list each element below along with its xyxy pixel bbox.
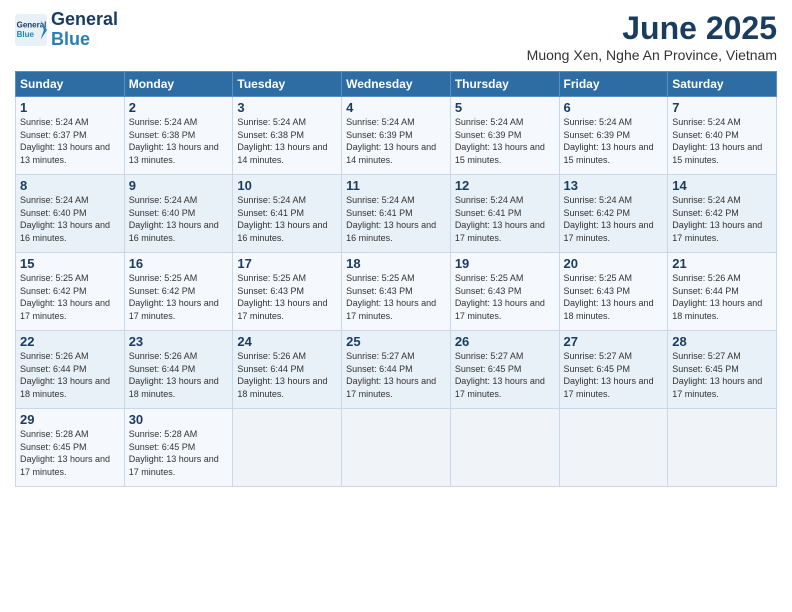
calendar-day-25: 25Sunrise: 5:27 AMSunset: 6:44 PMDayligh… — [342, 331, 451, 409]
logo-text: General Blue — [51, 10, 118, 50]
header-tuesday: Tuesday — [233, 72, 342, 97]
calendar-day-26: 26Sunrise: 5:27 AMSunset: 6:45 PMDayligh… — [450, 331, 559, 409]
calendar-day-13: 13Sunrise: 5:24 AMSunset: 6:42 PMDayligh… — [559, 175, 668, 253]
header-friday: Friday — [559, 72, 668, 97]
logo: General Blue General Blue — [15, 10, 118, 50]
title-block: June 2025 Muong Xen, Nghe An Province, V… — [527, 10, 777, 63]
calendar-week-5: 29Sunrise: 5:28 AMSunset: 6:45 PMDayligh… — [16, 409, 777, 487]
svg-text:Blue: Blue — [17, 30, 35, 39]
calendar-day-8: 8Sunrise: 5:24 AMSunset: 6:40 PMDaylight… — [16, 175, 125, 253]
calendar-day-15: 15Sunrise: 5:25 AMSunset: 6:42 PMDayligh… — [16, 253, 125, 331]
calendar-day-5: 5Sunrise: 5:24 AMSunset: 6:39 PMDaylight… — [450, 97, 559, 175]
calendar-day-1: 1Sunrise: 5:24 AMSunset: 6:37 PMDaylight… — [16, 97, 125, 175]
calendar-day-27: 27Sunrise: 5:27 AMSunset: 6:45 PMDayligh… — [559, 331, 668, 409]
location: Muong Xen, Nghe An Province, Vietnam — [527, 47, 777, 63]
calendar-day-30: 30Sunrise: 5:28 AMSunset: 6:45 PMDayligh… — [124, 409, 233, 487]
page-header: General Blue General Blue June 2025 Muon… — [15, 10, 777, 63]
calendar-day-empty — [559, 409, 668, 487]
calendar-day-16: 16Sunrise: 5:25 AMSunset: 6:42 PMDayligh… — [124, 253, 233, 331]
header-monday: Monday — [124, 72, 233, 97]
calendar-day-7: 7Sunrise: 5:24 AMSunset: 6:40 PMDaylight… — [668, 97, 777, 175]
calendar-day-23: 23Sunrise: 5:26 AMSunset: 6:44 PMDayligh… — [124, 331, 233, 409]
header-thursday: Thursday — [450, 72, 559, 97]
calendar-day-6: 6Sunrise: 5:24 AMSunset: 6:39 PMDaylight… — [559, 97, 668, 175]
calendar-day-24: 24Sunrise: 5:26 AMSunset: 6:44 PMDayligh… — [233, 331, 342, 409]
logo-icon: General Blue — [15, 14, 47, 46]
calendar-day-22: 22Sunrise: 5:26 AMSunset: 6:44 PMDayligh… — [16, 331, 125, 409]
calendar-week-3: 15Sunrise: 5:25 AMSunset: 6:42 PMDayligh… — [16, 253, 777, 331]
calendar-day-3: 3Sunrise: 5:24 AMSunset: 6:38 PMDaylight… — [233, 97, 342, 175]
calendar-day-20: 20Sunrise: 5:25 AMSunset: 6:43 PMDayligh… — [559, 253, 668, 331]
calendar-day-11: 11Sunrise: 5:24 AMSunset: 6:41 PMDayligh… — [342, 175, 451, 253]
calendar-day-4: 4Sunrise: 5:24 AMSunset: 6:39 PMDaylight… — [342, 97, 451, 175]
calendar-day-empty — [450, 409, 559, 487]
header-saturday: Saturday — [668, 72, 777, 97]
calendar-table: SundayMondayTuesdayWednesdayThursdayFrid… — [15, 71, 777, 487]
calendar-day-17: 17Sunrise: 5:25 AMSunset: 6:43 PMDayligh… — [233, 253, 342, 331]
calendar-day-empty — [233, 409, 342, 487]
calendar-day-19: 19Sunrise: 5:25 AMSunset: 6:43 PMDayligh… — [450, 253, 559, 331]
calendar-day-18: 18Sunrise: 5:25 AMSunset: 6:43 PMDayligh… — [342, 253, 451, 331]
svg-text:General: General — [17, 20, 47, 29]
calendar-day-10: 10Sunrise: 5:24 AMSunset: 6:41 PMDayligh… — [233, 175, 342, 253]
calendar-day-14: 14Sunrise: 5:24 AMSunset: 6:42 PMDayligh… — [668, 175, 777, 253]
header-sunday: Sunday — [16, 72, 125, 97]
calendar-day-28: 28Sunrise: 5:27 AMSunset: 6:45 PMDayligh… — [668, 331, 777, 409]
calendar-week-2: 8Sunrise: 5:24 AMSunset: 6:40 PMDaylight… — [16, 175, 777, 253]
calendar-week-1: 1Sunrise: 5:24 AMSunset: 6:37 PMDaylight… — [16, 97, 777, 175]
calendar-day-empty — [342, 409, 451, 487]
calendar-day-21: 21Sunrise: 5:26 AMSunset: 6:44 PMDayligh… — [668, 253, 777, 331]
calendar-day-2: 2Sunrise: 5:24 AMSunset: 6:38 PMDaylight… — [124, 97, 233, 175]
calendar-header-row: SundayMondayTuesdayWednesdayThursdayFrid… — [16, 72, 777, 97]
month-year: June 2025 — [527, 10, 777, 47]
calendar-day-empty — [668, 409, 777, 487]
header-wednesday: Wednesday — [342, 72, 451, 97]
calendar-week-4: 22Sunrise: 5:26 AMSunset: 6:44 PMDayligh… — [16, 331, 777, 409]
calendar-day-29: 29Sunrise: 5:28 AMSunset: 6:45 PMDayligh… — [16, 409, 125, 487]
calendar-day-12: 12Sunrise: 5:24 AMSunset: 6:41 PMDayligh… — [450, 175, 559, 253]
calendar-day-9: 9Sunrise: 5:24 AMSunset: 6:40 PMDaylight… — [124, 175, 233, 253]
